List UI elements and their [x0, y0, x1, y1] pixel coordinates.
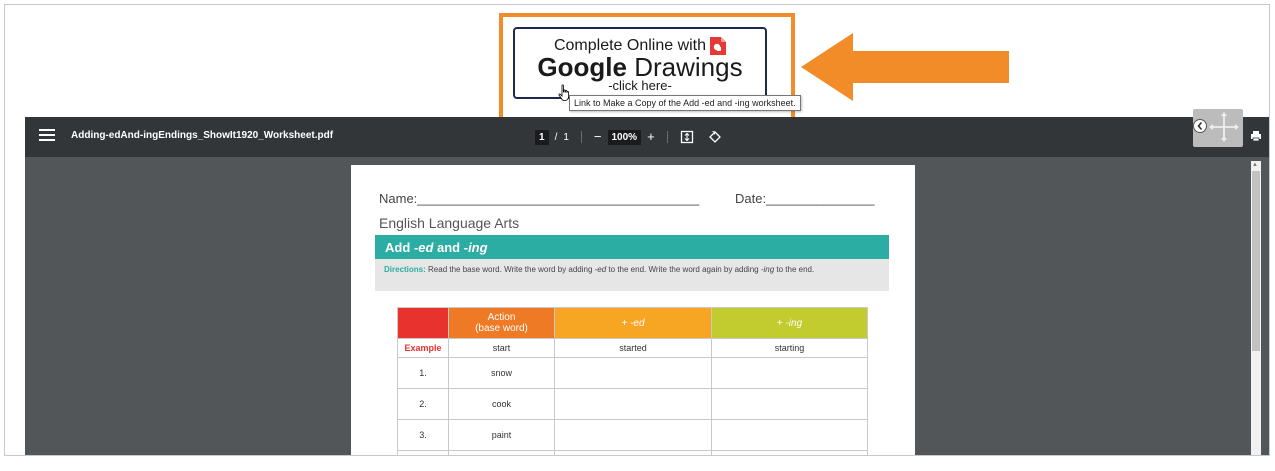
pdf-filename: Adding-edAnd-ingEndings_ShowIt1920_Works… — [71, 130, 334, 141]
menu-icon[interactable] — [39, 129, 55, 143]
directions-box: Directions: Read the base word. Write th… — [375, 259, 889, 291]
pdf-toolbar: Adding-edAnd-ingEndings_ShowIt1920_Works… — [25, 117, 1269, 157]
table-row-example: Example start started starting — [397, 338, 868, 358]
name-field-label: Name:___________________________________… — [379, 191, 700, 206]
date-field-label: Date:_______________ — [735, 191, 875, 206]
row-number — [397, 450, 449, 455]
banner-highlight-box: Complete Online with Google Drawings -cl… — [499, 13, 801, 121]
answer-cell-ing — [711, 388, 868, 420]
page-zoom-controls: 1 / 1 − 100% + — [535, 128, 722, 146]
example-label: Example — [397, 338, 449, 358]
directions-text-3: to the end. — [774, 265, 815, 274]
answer-cell-ing — [711, 419, 868, 451]
table-cell: started — [554, 338, 712, 358]
table-cell: starting — [711, 338, 868, 358]
header-action-line2: (base word) — [475, 323, 528, 334]
row-number: 2. — [397, 388, 449, 420]
worksheet-table: Action (base word) + -ed + -ing Example s… — [397, 307, 868, 455]
link-tooltip: Link to Make a Copy of the Add -ed and -… — [569, 95, 801, 111]
directions-text-2: to the end. Write the word again by addi… — [606, 265, 761, 274]
pdf-viewer: Adding-edAnd-ingEndings_ShowIt1920_Works… — [25, 117, 1269, 455]
header-ed-text: -ed — [630, 317, 645, 329]
google-drawings-icon — [710, 37, 727, 55]
answer-cell-ed — [554, 388, 712, 420]
scroll-thumb[interactable] — [1252, 171, 1260, 351]
header-blank-cell — [397, 307, 449, 339]
heading-ed: -ed — [413, 240, 434, 255]
header-action-line1: Action — [487, 312, 516, 323]
fit-page-icon[interactable] — [680, 130, 694, 144]
directions-text-1: Read the base word. Write the word by ad… — [425, 265, 595, 274]
floating-move-tool[interactable] — [1193, 109, 1243, 147]
rotate-icon[interactable] — [708, 130, 722, 144]
vertical-scrollbar[interactable]: ▲ — [1251, 161, 1261, 455]
page-separator: / — [554, 131, 558, 143]
directions-label: Directions: — [384, 265, 426, 274]
subject-title: English Language Arts — [379, 215, 520, 231]
answer-cell-ed — [554, 450, 712, 455]
zoom-out-button[interactable]: − — [594, 130, 602, 144]
worksheet-heading: Add -ed and -ing — [375, 235, 889, 259]
print-icon[interactable] — [1249, 129, 1263, 143]
base-word: cook — [448, 388, 555, 420]
answer-cell-ing — [711, 450, 868, 455]
directions-ing: -ing — [760, 265, 775, 274]
directions-ed: -ed — [594, 265, 607, 274]
pdf-page: Name:___________________________________… — [351, 165, 915, 455]
zoom-input[interactable]: 100% — [607, 129, 642, 145]
banner-line2: Google Drawings — [515, 54, 765, 80]
toolbar-divider — [580, 131, 582, 143]
screenshot-frame: Complete Online with Google Drawings -cl… — [4, 4, 1270, 456]
google-drawings-link-button[interactable]: Complete Online with Google Drawings -cl… — [513, 27, 767, 99]
heading-prefix: Add — [385, 240, 414, 255]
table-header-row: Action (base word) + -ed + -ing — [397, 307, 868, 339]
base-word — [448, 450, 555, 455]
table-row: 2. cook — [397, 388, 868, 420]
header-ed-plus: + — [621, 317, 631, 329]
page-total: 1 — [563, 131, 569, 143]
base-word: snow — [448, 357, 555, 389]
table-row — [397, 450, 868, 455]
row-number: 1. — [397, 357, 449, 389]
table-row: 1. snow — [397, 357, 868, 389]
page-number-input[interactable]: 1 — [535, 129, 549, 145]
heading-ing: -ing — [463, 240, 488, 255]
orange-arrow-icon — [801, 33, 1009, 101]
answer-cell-ing — [711, 357, 868, 389]
header-ing-text: -ing — [785, 317, 803, 329]
answer-cell-ed — [554, 419, 712, 451]
zoom-in-button[interactable]: + — [647, 130, 655, 144]
table-cell: start — [448, 338, 555, 358]
header-ed: + -ed — [554, 307, 712, 339]
scroll-up-arrow-icon[interactable]: ▲ — [1252, 162, 1258, 168]
header-action: Action (base word) — [448, 307, 555, 339]
heading-mid: and — [433, 240, 464, 255]
row-number: 3. — [397, 419, 449, 451]
base-word: paint — [448, 419, 555, 451]
answer-cell-ed — [554, 357, 712, 389]
table-row: 3. paint — [397, 419, 868, 451]
header-ing: + -ing — [711, 307, 868, 339]
toolbar-divider — [666, 131, 668, 143]
